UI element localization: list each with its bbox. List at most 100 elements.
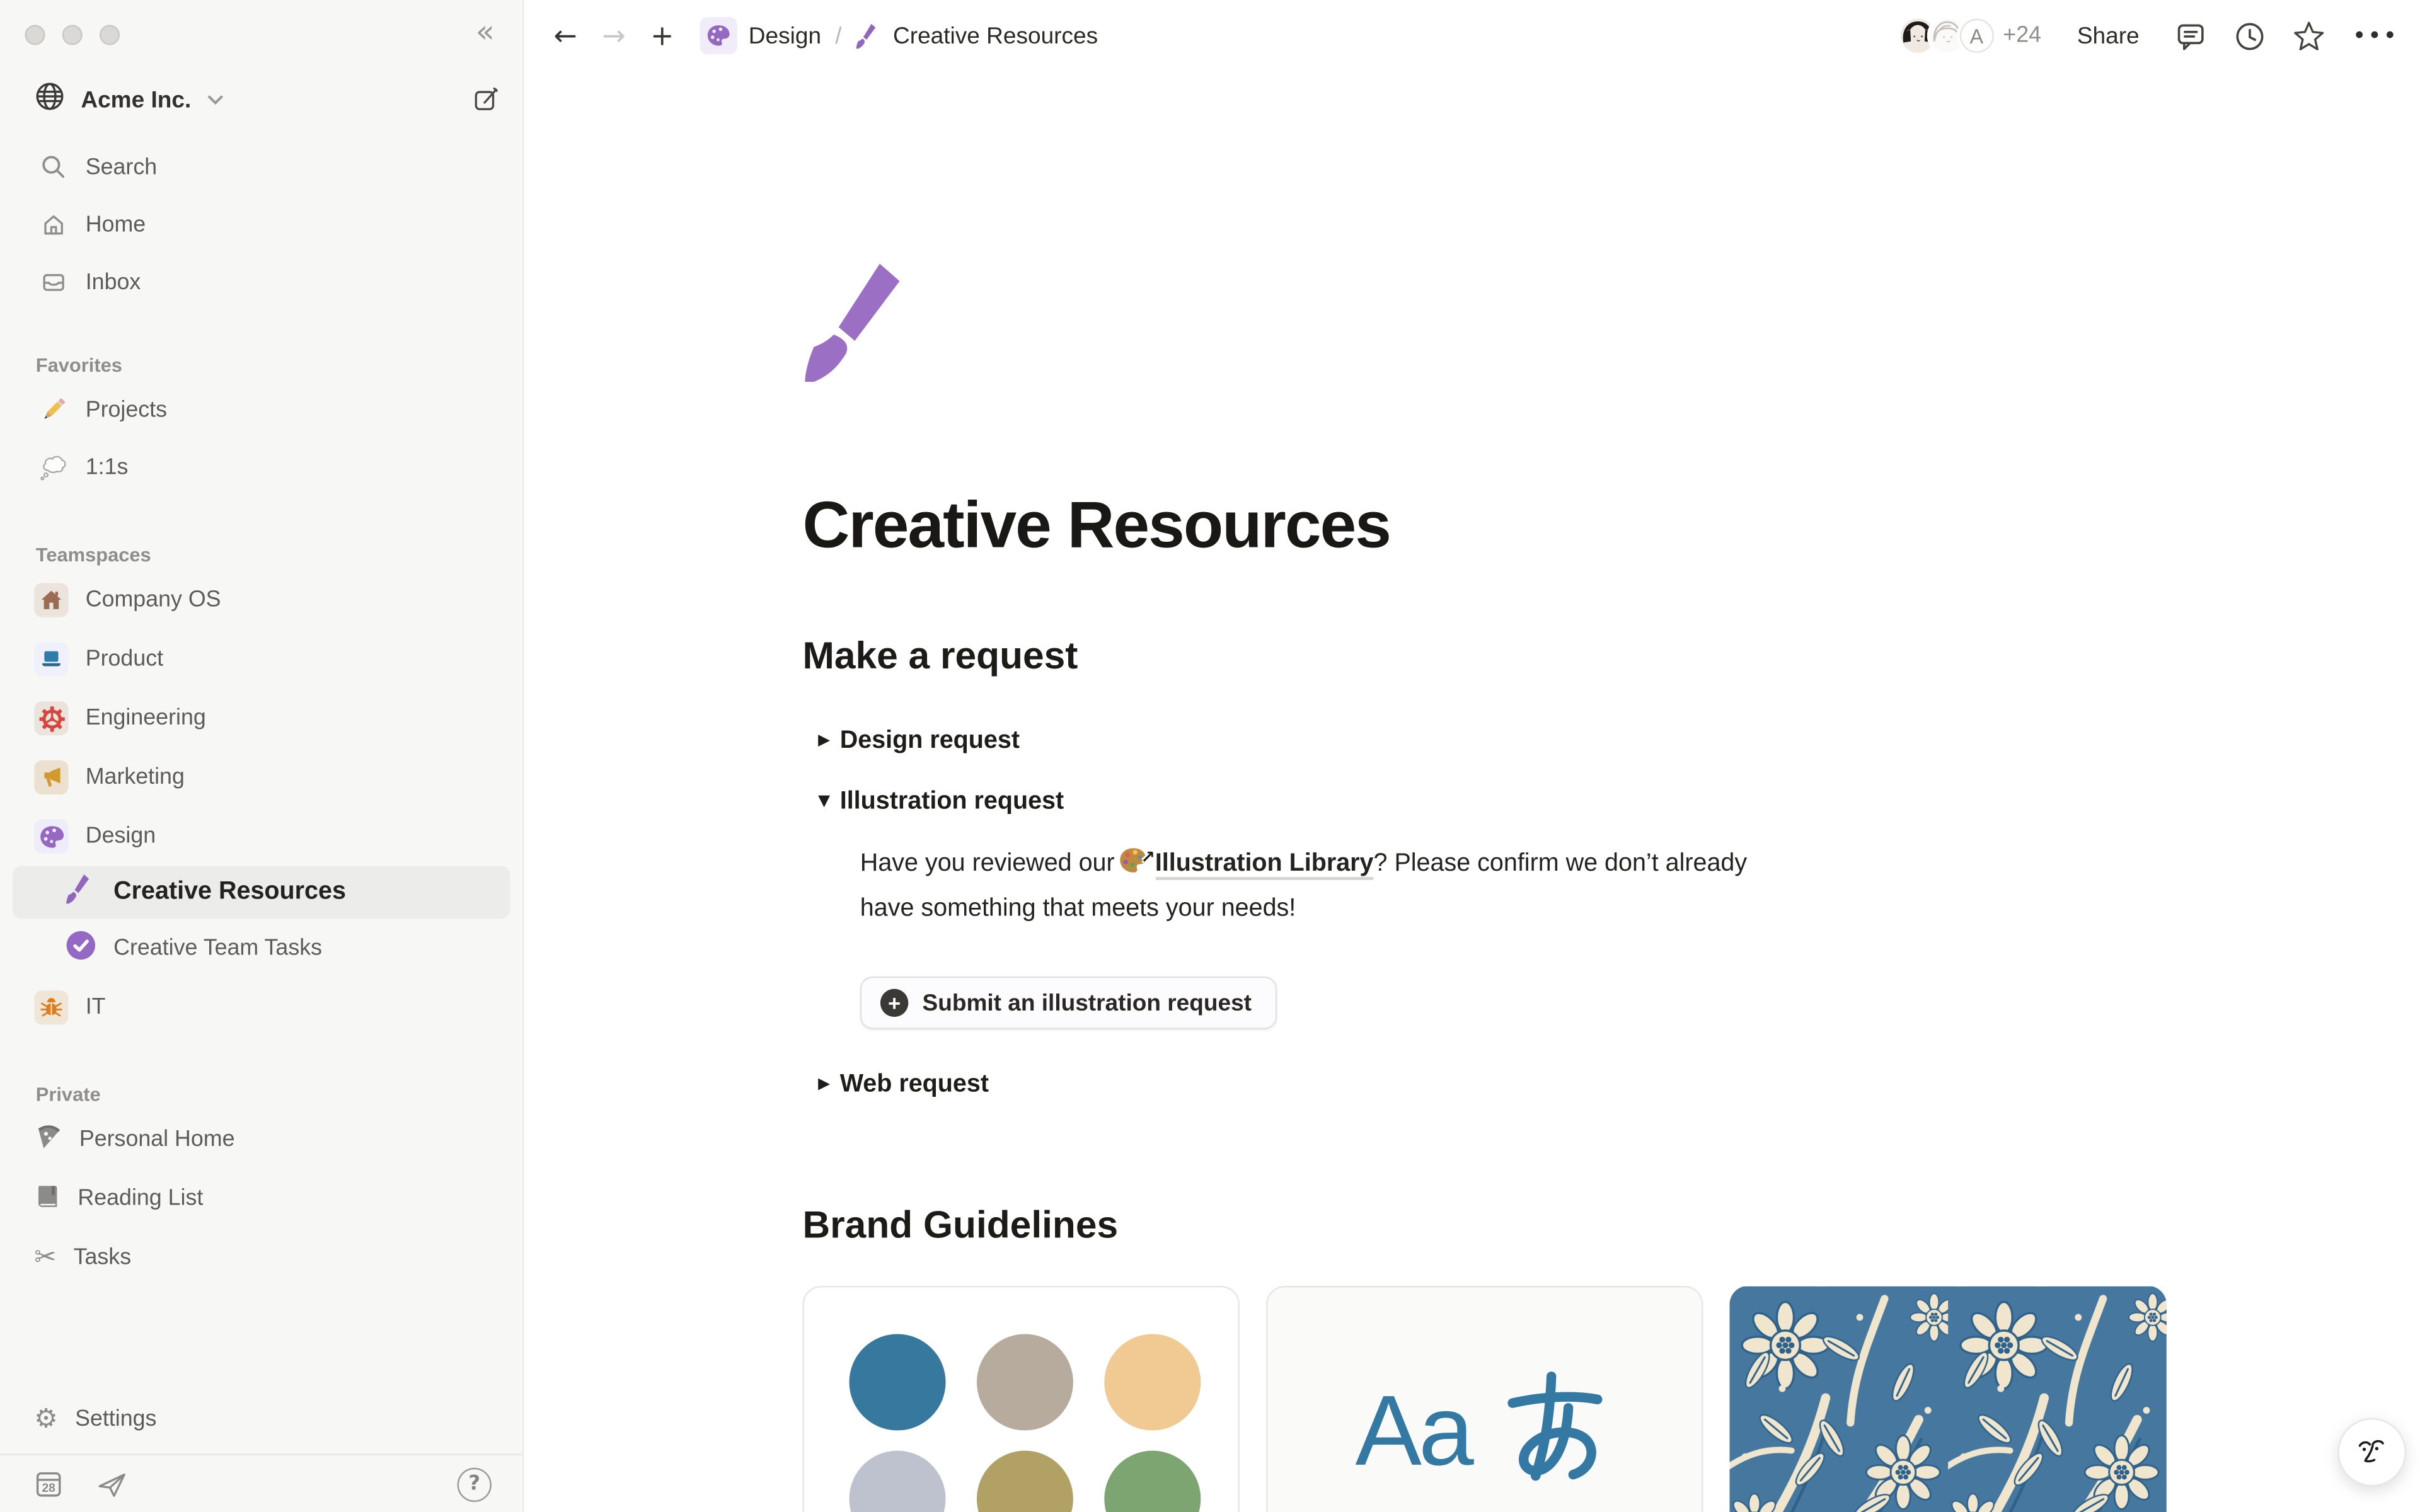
teamspaces-section-title: Teamspaces xyxy=(0,539,522,570)
color-palette-card[interactable] xyxy=(802,1286,1240,1512)
avatar-letter: A xyxy=(1956,16,1997,56)
back-icon[interactable]: ← xyxy=(546,20,585,52)
bug-icon xyxy=(34,990,68,1024)
sidebar-item-label: 1:1s xyxy=(86,455,129,479)
main-area: ← → + Design / xyxy=(524,0,2420,1512)
topbar: ← → + Design / xyxy=(524,0,2420,72)
pencil-icon xyxy=(37,394,68,425)
sidebar-item-1-1s[interactable]: 1:1s xyxy=(0,438,522,496)
sidebar-item-design[interactable]: Design xyxy=(0,807,522,866)
share-button[interactable]: Share xyxy=(2068,21,2148,50)
more-options-icon[interactable]: ••• xyxy=(2353,22,2399,50)
sidebar-item-engineering[interactable]: Engineering xyxy=(0,689,522,748)
favorite-star-icon[interactable] xyxy=(2293,20,2326,52)
sidebar-item-creative-team-tasks[interactable]: Creative Team Tasks xyxy=(0,919,522,978)
zoom-button[interactable] xyxy=(100,25,120,45)
avatar-group[interactable]: A +24 xyxy=(1897,16,2041,56)
paper-plane-icon[interactable] xyxy=(95,1467,129,1501)
sidebar-item-product[interactable]: Product xyxy=(0,630,522,689)
megaphone-icon xyxy=(34,760,68,794)
paintbrush-icon xyxy=(66,873,96,912)
toggle-open-icon[interactable]: ▼ xyxy=(802,793,839,810)
sidebar-item-label: Creative Team Tasks xyxy=(113,936,322,961)
illustration-library-link[interactable]: Illustration Library xyxy=(1155,851,1374,881)
calendar-icon[interactable]: 28 xyxy=(31,1466,67,1502)
ai-face-icon xyxy=(2352,1432,2392,1472)
sidebar-item-label: Product xyxy=(86,647,163,672)
sidebar-item-tasks[interactable]: ✂ Tasks xyxy=(0,1228,522,1288)
scissors-icon: ✂ xyxy=(34,1242,56,1273)
illustration-note: Have you reviewed our↗Illustration Libra… xyxy=(860,842,1781,932)
typography-kana-sample xyxy=(1492,1363,1614,1499)
chevron-down-icon xyxy=(207,86,224,113)
toggle-closed-icon[interactable]: ▶ xyxy=(802,1077,839,1094)
toggle-web-request[interactable]: ▶ Web request xyxy=(802,1055,2420,1115)
search-icon xyxy=(37,152,68,183)
sidebar-item-label: Settings xyxy=(75,1407,156,1432)
plus-icon: + xyxy=(880,989,908,1017)
sidebar-item-search[interactable]: Search xyxy=(0,139,522,196)
paintbrush-icon xyxy=(856,23,882,49)
gear-red-icon xyxy=(34,701,68,735)
toggle-closed-icon[interactable]: ▶ xyxy=(802,733,839,750)
sidebar-item-it[interactable]: IT xyxy=(0,978,522,1037)
sidebar-item-marketing[interactable]: Marketing xyxy=(0,748,522,807)
sidebar-item-label: Search xyxy=(86,155,157,180)
sidebar-item-company-os[interactable]: Company OS xyxy=(0,571,522,630)
pizza-icon xyxy=(34,1123,62,1157)
topbar-actions: A +24 Share xyxy=(1897,16,2398,56)
minimize-button[interactable] xyxy=(62,25,83,45)
breadcrumb-design-item[interactable] xyxy=(700,17,737,54)
sidebar-item-label: Design xyxy=(86,824,156,849)
book-icon xyxy=(34,1183,60,1215)
breadcrumb: Design / Creative Resources xyxy=(700,17,1098,54)
sidebar-item-settings[interactable]: ⚙ Settings xyxy=(0,1390,522,1449)
color-swatch xyxy=(850,1334,946,1431)
page-content: Creative Resources Make a request ▶ Desi… xyxy=(524,72,2420,1512)
close-button[interactable] xyxy=(25,25,45,45)
pattern-card[interactable] xyxy=(1729,1286,2167,1512)
sidebar-item-creative-resources[interactable]: Creative Resources xyxy=(13,866,510,919)
forward-icon[interactable]: → xyxy=(594,20,633,52)
sidebar-bottom-bar: 28 ? xyxy=(0,1455,522,1512)
workspace-switcher[interactable]: Acme Inc. xyxy=(0,72,522,128)
breadcrumb-current-label[interactable]: Creative Resources xyxy=(893,23,1098,49)
sidebar-item-label: Home xyxy=(86,212,146,237)
globe-icon xyxy=(34,80,65,119)
palette-purple-icon xyxy=(34,820,68,854)
toggle-illustration-request[interactable]: ▼ Illustration request xyxy=(802,772,2420,832)
color-swatch xyxy=(977,1334,1073,1431)
palette-emoji-icon: ↗ xyxy=(1118,846,1149,876)
laptop-icon xyxy=(34,642,68,676)
notion-ai-button[interactable] xyxy=(2337,1418,2406,1487)
sidebar-item-inbox[interactable]: Inbox xyxy=(0,253,522,311)
sidebar-item-personal-home[interactable]: Personal Home xyxy=(0,1110,522,1169)
sidebar-item-label: Personal Home xyxy=(79,1127,235,1152)
sidebar-item-home[interactable]: Home xyxy=(0,196,522,253)
page-title: Creative Resources xyxy=(802,488,2420,563)
submit-illustration-request-button[interactable]: + Submit an illustration request xyxy=(860,977,1277,1030)
gear-icon: ⚙ xyxy=(34,1404,58,1435)
help-icon[interactable]: ? xyxy=(458,1467,492,1501)
sidebar-item-label: Company OS xyxy=(86,588,221,612)
sidebar-collapse-icon[interactable]: « xyxy=(466,9,504,53)
palette-purple-icon xyxy=(706,23,731,48)
sidebar-item-projects[interactable]: Projects xyxy=(0,381,522,438)
history-clock-icon[interactable] xyxy=(2234,20,2267,52)
sidebar-item-reading-list[interactable]: Reading List xyxy=(0,1169,522,1228)
comments-icon[interactable] xyxy=(2175,20,2208,52)
toggle-design-request[interactable]: ▶ Design request xyxy=(802,711,2420,772)
compose-icon[interactable] xyxy=(471,85,501,115)
window-controls xyxy=(25,25,120,45)
floral-pattern-image xyxy=(1729,1286,2167,1512)
brand-guidelines-heading: Brand Guidelines xyxy=(802,1206,2420,1249)
avatar-overflow-count: +24 xyxy=(2003,23,2041,48)
workspace-name: Acme Inc. xyxy=(81,86,191,113)
typography-card[interactable]: Aa xyxy=(1266,1286,1703,1512)
page-icon-paintbrush[interactable] xyxy=(802,261,926,386)
sidebar: « Acme Inc. xyxy=(0,0,524,1512)
thought-cloud-icon xyxy=(37,452,68,483)
color-swatch xyxy=(1104,1451,1201,1512)
new-page-icon[interactable]: + xyxy=(643,20,682,52)
breadcrumb-parent-label[interactable]: Design xyxy=(749,23,821,49)
